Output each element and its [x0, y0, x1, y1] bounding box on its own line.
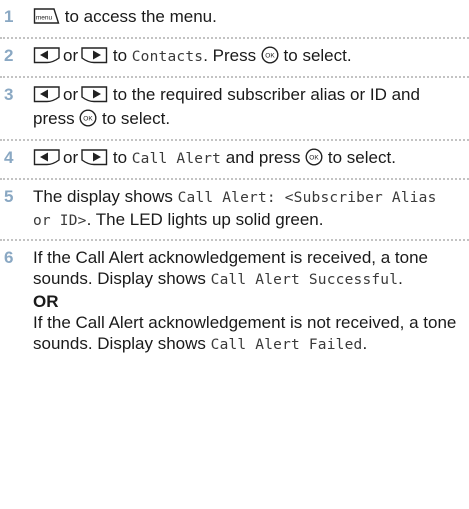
step-number: 2 [4, 46, 14, 65]
ok-key-icon: OK [79, 109, 97, 132]
right-arrow-key-icon [80, 46, 108, 69]
step-number: 5 [4, 187, 14, 206]
step-text: menu to access the menu. [33, 6, 469, 30]
step-text-part: . Press [203, 46, 261, 65]
right-arrow-key-icon [80, 85, 108, 108]
step-number: 6 [4, 248, 14, 267]
step-text-part: to select. [278, 46, 352, 65]
ok-key-icon: OK [261, 46, 279, 69]
or-text: or [63, 85, 79, 104]
step-text-part: . [398, 269, 403, 288]
or-separator: OR [33, 292, 59, 311]
step-text: The display shows Call Alert: <Subscribe… [33, 186, 469, 232]
left-arrow-key-icon [33, 46, 61, 69]
instruction-steps: 1 menu to access the menu. 2 or to Conta… [0, 0, 469, 363]
step-text-part: to select. [323, 148, 396, 167]
or-text: or [63, 148, 79, 167]
step-2: 2 or to Contacts. Press OK to select. [0, 39, 469, 78]
display-text: Call Alert Successful [210, 272, 399, 288]
step-number: 1 [4, 7, 14, 26]
step-text: or to the required subscriber alias or I… [33, 84, 469, 132]
step-6: 6 If the Call Alert acknowledgement is r… [0, 241, 469, 363]
step-1: 1 menu to access the menu. [0, 0, 469, 39]
or-text: or [63, 46, 79, 65]
step-text: or to Call Alert and press OK to select. [33, 147, 469, 171]
step-number: 3 [4, 85, 14, 104]
step-text-part: The display shows [33, 187, 178, 206]
step-text-part: to access the menu. [60, 7, 217, 26]
display-text: Call Alert Failed [210, 337, 363, 353]
ok-key-label: OK [265, 53, 275, 60]
step-text-part: . The LED lights up solid green. [86, 210, 324, 229]
menu-key-icon: menu [33, 7, 60, 30]
menu-key-label: menu [36, 15, 53, 22]
step-text-part: and press [221, 148, 306, 167]
left-arrow-key-icon [33, 148, 61, 171]
step-number: 4 [4, 148, 14, 167]
left-arrow-key-icon [33, 85, 61, 108]
step-text-part: to select. [97, 109, 171, 128]
step-text-part: to [108, 46, 132, 65]
display-text: Call Alert [131, 151, 222, 167]
ok-key-icon: OK [305, 148, 323, 171]
ok-key-label: OK [309, 155, 319, 162]
step-text-part: . [362, 334, 368, 353]
step-3: 3 or to the required subscriber alias or… [0, 78, 469, 141]
right-arrow-key-icon [80, 148, 108, 171]
step-text: If the Call Alert acknowledgement is rec… [33, 247, 469, 356]
step-4: 4 or to Call Alert and press OK to selec… [0, 141, 469, 180]
step-5: 5 The display shows Call Alert: <Subscri… [0, 180, 469, 241]
step-text: or to Contacts. Press OK to select. [33, 45, 469, 69]
ok-key-label: OK [84, 116, 94, 123]
display-text: Contacts [131, 49, 204, 65]
step-text-part: to [108, 148, 132, 167]
